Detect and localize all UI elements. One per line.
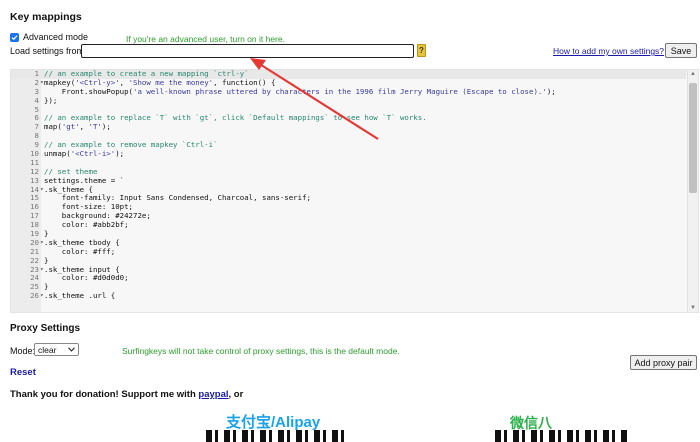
code-text: color: #d0d0d0; xyxy=(44,273,129,283)
check-icon xyxy=(11,34,18,40)
scroll-up-icon[interactable]: ▲ xyxy=(690,71,696,77)
code-line[interactable]: 11 xyxy=(11,158,686,168)
proxy-settings-title: Proxy Settings xyxy=(10,323,81,334)
code-text: color: #fff; xyxy=(44,246,116,256)
code-line[interactable]: 7 map('gt', 'T'); xyxy=(11,122,686,132)
scroll-down-icon[interactable]: ▼ xyxy=(690,305,696,311)
donation-text: Thank you for donation! Support me with … xyxy=(10,389,243,400)
advanced-mode-hint: If you're an advanced user, turn on it h… xyxy=(126,34,285,44)
editor-scrollbar[interactable]: ▲ ▼ xyxy=(687,70,698,312)
code-text: unmap('<Ctrl-i>'); xyxy=(44,149,125,159)
load-settings-input[interactable] xyxy=(81,44,414,58)
code-line[interactable]: 13 settings.theme = ` xyxy=(11,176,686,186)
code-line[interactable]: 6// an example to replace `T` with `gt`,… xyxy=(11,114,686,123)
code-line[interactable]: 10 unmap('<Ctrl-i>'); xyxy=(11,149,686,159)
paypal-link[interactable]: paypal xyxy=(198,389,228,400)
code-text: Front.showPopup('a well-known phrase utt… xyxy=(44,86,556,96)
help-question-icon[interactable]: ? xyxy=(417,44,426,57)
advanced-mode-checkbox[interactable] xyxy=(10,32,19,42)
alipay-qr-code xyxy=(206,430,346,442)
chevron-down-icon xyxy=(68,347,75,352)
advanced-mode-row: Advanced mode xyxy=(10,32,88,42)
settings-code-editor[interactable]: 1// an example to create a new mapping `… xyxy=(10,69,699,313)
proxy-mode-hint: Surfingkeys will not take control of pro… xyxy=(122,346,400,356)
load-settings-label: Load settings from: xyxy=(10,46,87,56)
how-to-add-settings-link[interactable]: How to add my own settings? xyxy=(553,46,664,56)
donation-text-before: Thank you for donation! Support me with xyxy=(10,389,199,400)
save-button[interactable]: Save xyxy=(665,43,697,58)
wechat-qr-code xyxy=(495,430,630,442)
line-number: 26 xyxy=(30,291,39,301)
code-line[interactable]: 3 Front.showPopup('a well-known phrase u… xyxy=(11,86,686,97)
editor-scrollbar-thumb[interactable] xyxy=(689,83,697,193)
advanced-mode-label: Advanced mode xyxy=(23,32,89,42)
code-line[interactable]: 24 color: #d0d0d0; xyxy=(11,274,686,283)
proxy-mode-value: clear xyxy=(38,344,57,355)
donation-text-after: , or xyxy=(228,389,244,400)
code-text: map('gt', 'T'); xyxy=(44,122,111,132)
code-text: color: #abb2bf; xyxy=(44,220,129,230)
proxy-mode-label: Mode: xyxy=(10,346,36,356)
reset-link[interactable]: Reset xyxy=(10,367,36,378)
add-proxy-pair-button[interactable]: Add proxy pair xyxy=(630,355,697,370)
code-text: }); xyxy=(44,95,58,105)
alipay-label: 支付宝/Alipay xyxy=(226,414,321,431)
code-line[interactable]: 4}); xyxy=(11,95,686,106)
key-mappings-title: Key mappings xyxy=(10,11,82,23)
code-line[interactable]: 26 ▾ .sk_theme .url { xyxy=(11,291,686,301)
code-text: .sk_theme .url { xyxy=(44,291,116,301)
code-line[interactable]: 18 color: #abb2bf; xyxy=(11,220,686,230)
code-lines: 1// an example to create a new mapping `… xyxy=(11,70,686,301)
code-line[interactable]: 21 color: #fff; xyxy=(11,246,686,257)
proxy-mode-select[interactable]: clear xyxy=(34,343,79,356)
